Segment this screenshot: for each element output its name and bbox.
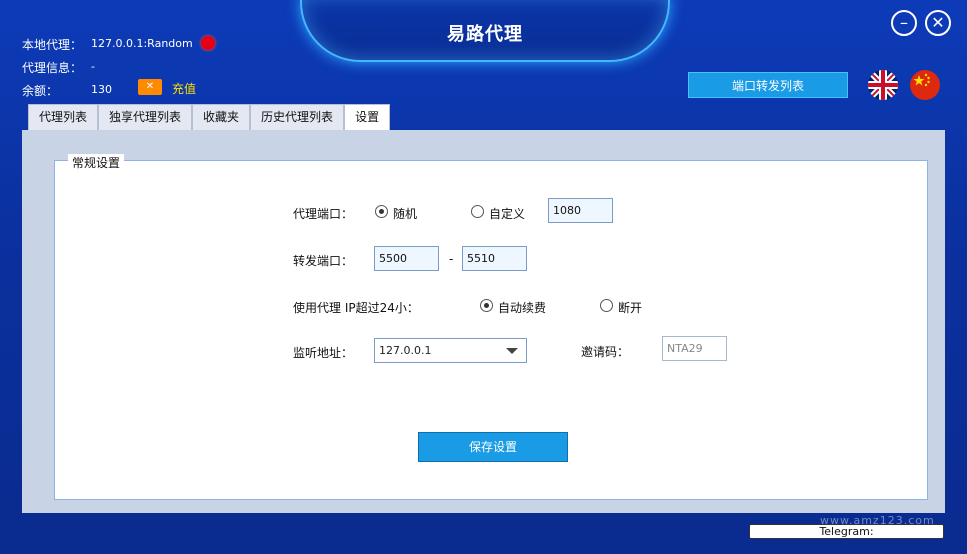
minimize-button[interactable]: – <box>891 10 917 36</box>
listen-address-label: 监听地址： <box>293 346 354 360</box>
disconnect-radio[interactable] <box>600 299 613 312</box>
proxy-info-label: 代理信息： <box>22 61 83 75</box>
auto-renew-label: 自动续费 <box>498 301 547 315</box>
invite-code-input[interactable]: NTA29 <box>662 336 727 361</box>
group-title: 常规设置 <box>68 154 125 171</box>
random-port-radio[interactable] <box>375 205 388 218</box>
tab-history-proxy-list[interactable]: 历史代理列表 <box>250 104 345 131</box>
close-button[interactable]: ✕ <box>925 10 951 36</box>
custom-port-radio[interactable] <box>471 205 484 218</box>
listen-address-select[interactable]: 127.0.0.1 <box>374 338 527 363</box>
forward-port-from-input[interactable]: 5500 <box>374 246 439 271</box>
proxy-port-label: 代理端口： <box>293 207 354 221</box>
chevron-down-icon <box>506 348 518 354</box>
forward-port-separator: - <box>449 252 454 266</box>
ticket-icon[interactable]: ✕ <box>138 79 162 95</box>
tab-settings[interactable]: 设置 <box>344 104 391 132</box>
forward-port-label: 转发端口： <box>293 254 354 268</box>
listen-address-value: 127.0.0.1 <box>379 344 432 357</box>
tab-proxy-list[interactable]: 代理列表 <box>28 104 99 131</box>
forward-port-to-input[interactable]: 5510 <box>462 246 527 271</box>
invite-code-label: 邀请码： <box>581 345 630 359</box>
uk-flag-icon[interactable] <box>868 70 898 100</box>
recharge-link[interactable]: 充值 <box>172 80 196 97</box>
tab-exclusive-proxy-list[interactable]: 独享代理列表 <box>98 104 193 131</box>
proxy-info-value: - <box>91 60 95 73</box>
app-title: 易路代理 <box>447 24 523 45</box>
telegram-field[interactable]: Telegram: <box>749 524 944 539</box>
balance-label: 余额： <box>22 84 59 98</box>
status-indicator <box>201 36 215 50</box>
close-icon: ✕ <box>931 13 945 32</box>
local-proxy-label: 本地代理： <box>22 38 83 52</box>
disconnect-label: 断开 <box>618 301 643 315</box>
china-flag-icon[interactable] <box>910 70 940 100</box>
balance-value: 130 <box>91 83 112 96</box>
port-forward-list-button[interactable]: 端口转发列表 <box>688 72 848 98</box>
custom-port-label: 自定义 <box>489 207 526 221</box>
random-port-label: 随机 <box>393 207 418 221</box>
custom-port-input[interactable]: 1080 <box>548 198 613 223</box>
local-proxy-value: 127.0.0.1:Random <box>91 37 193 50</box>
tab-favorites[interactable]: 收藏夹 <box>192 104 251 131</box>
minimize-icon: – <box>900 13 908 32</box>
save-settings-button[interactable]: 保存设置 <box>418 432 568 462</box>
auto-renew-radio[interactable] <box>480 299 493 312</box>
tab-bar: 代理列表 独享代理列表 收藏夹 历史代理列表 设置 <box>28 104 391 132</box>
app-window: 易路代理 – ✕ 本地代理： 127.0.0.1:Random 代理信息： - … <box>0 0 967 554</box>
ip-over-24h-label: 使用代理 IP超过24小： <box>293 301 419 315</box>
